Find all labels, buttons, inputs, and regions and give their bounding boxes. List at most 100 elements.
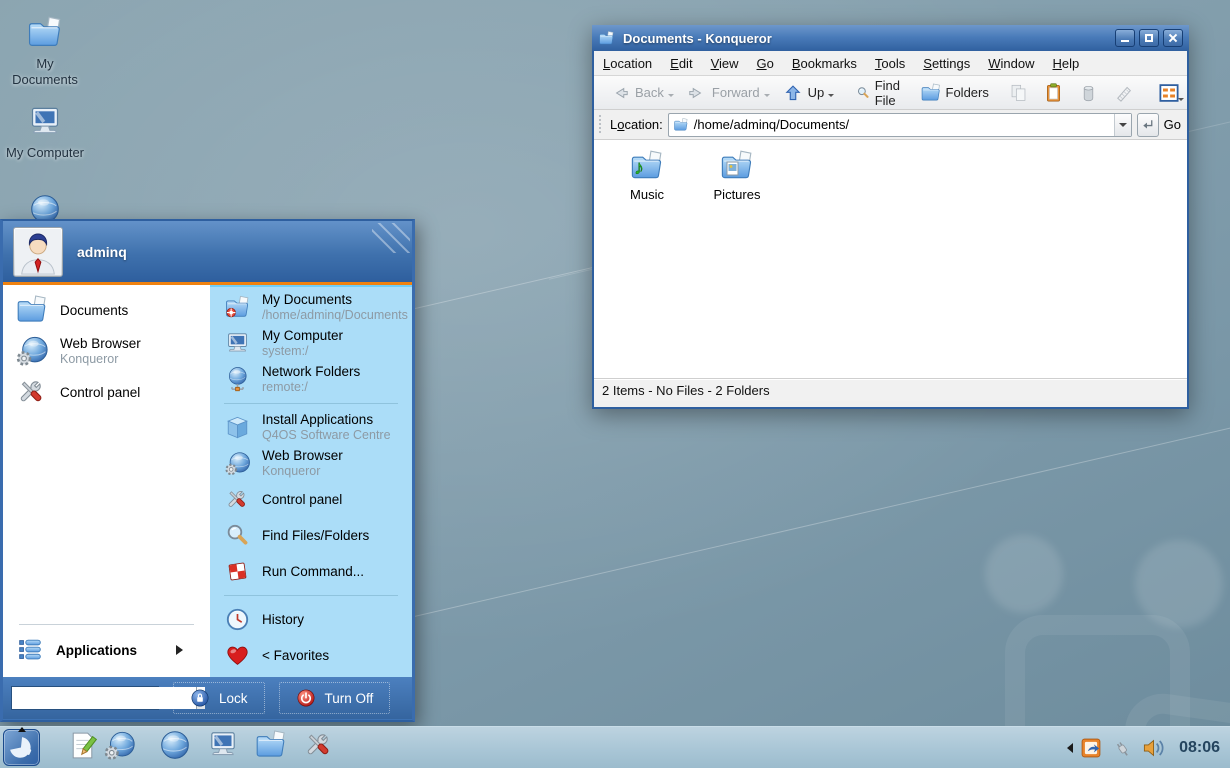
menu-item-documents[interactable]: Documents (3, 291, 210, 329)
toolbar-handle[interactable] (598, 114, 603, 135)
menu-item-favorites[interactable]: < Favorites (210, 637, 412, 673)
up-dropdown-icon (828, 94, 834, 100)
konqueror-window: Documents - Konqueror Location Edit View… (592, 25, 1189, 409)
print-button[interactable] (1107, 78, 1140, 107)
wallpaper-line (391, 419, 1230, 622)
package-icon (224, 414, 251, 441)
search-combobox[interactable] (11, 686, 159, 710)
forward-button[interactable]: Forward (681, 79, 775, 107)
enter-arrow-icon (1139, 116, 1156, 133)
start-menu-button[interactable] (3, 729, 40, 766)
up-button[interactable]: Up (777, 79, 840, 107)
menu-item-install-applications[interactable]: Install Applications Q4OS Software Centr… (210, 409, 412, 445)
file-item-label: Music (602, 187, 692, 202)
menu-item-web-browser-right[interactable]: Web Browser Konqueror (210, 445, 412, 481)
applications-list-icon (15, 635, 45, 665)
menu-edit[interactable]: Edit (661, 52, 701, 75)
separator (224, 403, 398, 404)
launcher-file-manager[interactable] (254, 728, 288, 767)
avatar[interactable] (13, 227, 63, 277)
copy-button[interactable] (1002, 78, 1035, 107)
go-enter-button[interactable] (1137, 113, 1159, 137)
paste-icon (1042, 81, 1065, 104)
paste-button[interactable] (1037, 78, 1070, 107)
computer-icon (224, 330, 251, 357)
menu-tools[interactable]: Tools (866, 52, 914, 75)
menu-item-control-panel[interactable]: Control panel (3, 373, 210, 411)
folder-icon (15, 293, 49, 327)
text-editor-icon (66, 729, 99, 762)
search-input[interactable] (12, 687, 196, 709)
lock-button[interactable]: Lock (173, 682, 265, 714)
menu-item-control-panel-right[interactable]: Control panel (210, 481, 412, 517)
menu-item-my-computer[interactable]: My Computer system:/ (210, 325, 412, 361)
location-dropdown-button[interactable] (1114, 114, 1131, 136)
globe-gear-icon (224, 450, 251, 477)
view-mode-dropdown-icon (1178, 98, 1184, 104)
menu-item-history[interactable]: History (210, 601, 412, 637)
taskbar-clock[interactable]: 08:06 (1173, 739, 1224, 757)
location-combobox[interactable]: /home/adminq/Documents/ (668, 113, 1132, 137)
location-toolbar: Location: /home/adminq/Documents/ Go (594, 110, 1187, 140)
location-value[interactable]: /home/adminq/Documents/ (694, 117, 1109, 132)
folders-button[interactable]: Folders (915, 79, 994, 107)
start-menu: adminq Documents Web Browser Konqueror (0, 219, 415, 722)
menu-item-applications[interactable]: Applications (3, 631, 210, 669)
separator (224, 595, 398, 596)
menu-item-network-folders[interactable]: Network Folders remote:/ (210, 361, 412, 397)
status-text: 2 Items - No Files - 2 Folders (602, 383, 770, 398)
desktop-icon-label: My Documents (2, 56, 88, 88)
file-item-pictures[interactable]: Pictures (692, 148, 782, 202)
magnifier-icon (856, 82, 870, 104)
delete-button[interactable] (1072, 78, 1105, 107)
start-button-triangle-icon (18, 723, 26, 732)
up-icon (782, 82, 804, 104)
main-toolbar: Back Forward Up Find File Folders (594, 76, 1187, 110)
location-label: Location: (610, 117, 663, 132)
maximize-button[interactable] (1139, 29, 1159, 47)
menu-bookmarks[interactable]: Bookmarks (783, 52, 866, 75)
launcher-browser-settings[interactable] (103, 729, 136, 767)
folder-icon (254, 728, 288, 762)
file-item-label: Pictures (692, 187, 782, 202)
go-label[interactable]: Go (1164, 117, 1181, 132)
my-documents-icon (224, 294, 251, 321)
desktop-icon-my-computer[interactable]: My Computer (2, 103, 88, 161)
launcher-my-computer[interactable] (206, 728, 240, 767)
launcher-web-browser[interactable] (158, 728, 192, 767)
menu-window[interactable]: Window (979, 52, 1043, 75)
menu-item-find-files[interactable]: Find Files/Folders (210, 517, 412, 553)
trash-icon (1077, 81, 1100, 104)
globe-gear-icon (103, 729, 136, 762)
magnifier-icon (224, 522, 251, 549)
menu-help[interactable]: Help (1044, 52, 1089, 75)
menu-go[interactable]: Go (748, 52, 783, 75)
back-button[interactable]: Back (604, 79, 679, 107)
tray-device-icon[interactable] (1109, 735, 1135, 761)
tray-session-icon[interactable] (1078, 735, 1104, 761)
start-menu-right-column: My Documents /home/adminq/Documents My C… (210, 285, 412, 677)
menu-item-my-documents[interactable]: My Documents /home/adminq/Documents (210, 289, 412, 325)
view-mode-button[interactable] (1152, 78, 1189, 108)
menu-item-run-command[interactable]: Run Command... (210, 553, 412, 589)
desktop-icon-label: My Computer (2, 145, 88, 161)
menu-view[interactable]: View (702, 52, 748, 75)
menu-location[interactable]: Location (594, 52, 661, 75)
tray-volume-icon[interactable] (1140, 734, 1168, 762)
folder-view[interactable]: ♪ Music Pictures (594, 140, 1187, 378)
start-logo-icon (4, 730, 39, 765)
desktop-icon-my-documents[interactable]: My Documents (2, 14, 88, 88)
find-file-button[interactable]: Find File (851, 75, 912, 111)
tray-expander-icon[interactable] (1062, 743, 1073, 753)
menu-settings[interactable]: Settings (914, 52, 979, 75)
close-button[interactable] (1163, 29, 1183, 47)
menu-item-web-browser[interactable]: Web Browser Konqueror (3, 329, 210, 373)
launcher-text-editor[interactable] (66, 729, 99, 767)
desktop: My Documents My Computer Documents - Kon… (0, 0, 1230, 768)
window-titlebar[interactable]: Documents - Konqueror (592, 25, 1189, 51)
minimize-button[interactable] (1115, 29, 1135, 47)
file-item-music[interactable]: ♪ Music (602, 148, 692, 202)
pictures-folder-icon (719, 148, 755, 184)
launcher-control-panel[interactable] (302, 728, 336, 767)
turn-off-button[interactable]: Turn Off (279, 682, 391, 714)
